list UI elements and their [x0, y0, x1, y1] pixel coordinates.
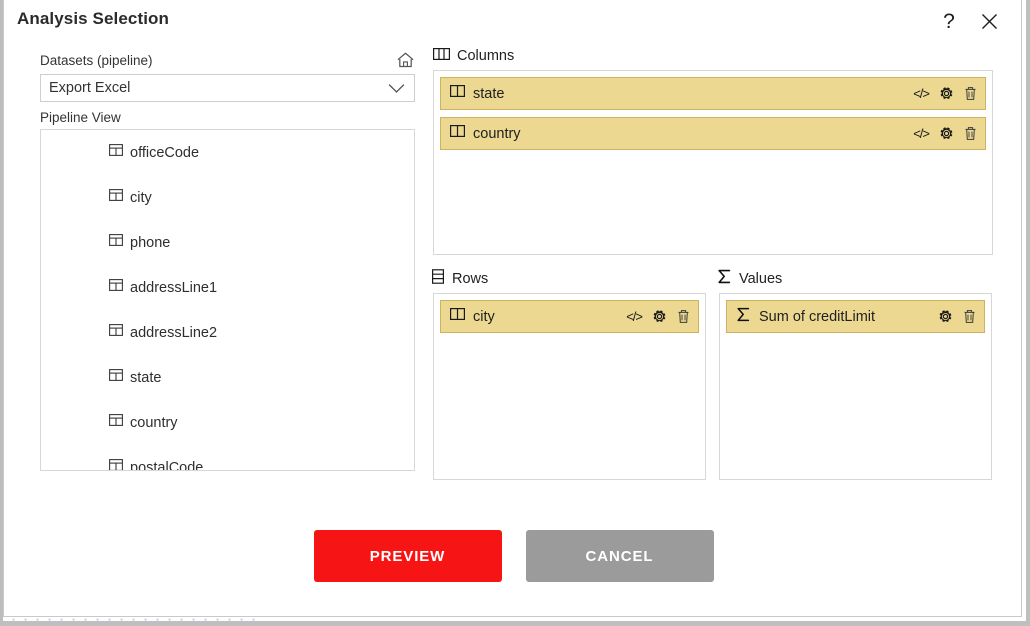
rows-icon — [431, 269, 445, 289]
datasets-label: Datasets (pipeline) — [40, 52, 153, 68]
table-field-icon — [109, 233, 123, 252]
rows-panel-title: Rows — [452, 271, 489, 287]
chip-label: city — [473, 308, 495, 325]
trash-icon[interactable] — [963, 309, 976, 324]
dimension-icon — [450, 307, 466, 326]
sigma-icon — [736, 307, 751, 327]
dimension-icon — [450, 124, 466, 143]
chip-label: Sum of creditLimit — [759, 308, 876, 325]
list-item[interactable]: city — [41, 175, 414, 220]
trash-icon[interactable] — [677, 309, 690, 324]
trash-icon[interactable] — [964, 86, 977, 101]
list-item-label: phone — [130, 234, 171, 251]
analysis-selection-dialog: Analysis Selection ? Datasets (pipeline) — [3, 0, 1022, 617]
table-field-icon — [109, 143, 123, 162]
chip-columns-country[interactable]: country </> — [440, 117, 986, 150]
list-item-label: officeCode — [130, 144, 200, 161]
chip-label: state — [473, 85, 505, 102]
rows-panel-header: Rows — [431, 269, 488, 289]
chip-actions: </> — [913, 86, 977, 101]
list-item-label: city — [130, 189, 152, 206]
chip-columns-state[interactable]: state </> — [440, 77, 986, 110]
window-bottom-edge — [0, 621, 1030, 626]
pipeline-view-label: Pipeline View — [40, 110, 121, 125]
pipeline-view-list[interactable]: officeCode city phone addressLine1 addre… — [40, 129, 415, 471]
columns-panel-title: Columns — [457, 48, 515, 64]
chip-actions — [938, 309, 976, 324]
preview-button[interactable]: PREVIEW — [313, 530, 502, 582]
help-icon[interactable]: ? — [934, 6, 964, 36]
list-item-label: postalCode — [130, 459, 204, 471]
gear-icon[interactable] — [938, 309, 953, 324]
chip-values-sum-creditlimit[interactable]: Sum of creditLimit — [726, 300, 985, 333]
cancel-button[interactable]: CANCEL — [525, 530, 714, 582]
gear-icon[interactable] — [652, 309, 667, 324]
list-item-label: addressLine2 — [130, 324, 218, 341]
list-item[interactable]: country — [41, 400, 414, 445]
list-item[interactable]: state — [41, 355, 414, 400]
columns-drop-zone[interactable]: state </> country </> — [433, 70, 993, 255]
code-icon[interactable]: </> — [913, 126, 930, 141]
table-field-icon — [109, 413, 123, 432]
left-column: Datasets (pipeline) Export Excel Pipelin… — [40, 52, 415, 471]
table-field-icon — [109, 188, 123, 207]
datasets-label-row: Datasets (pipeline) — [40, 52, 415, 72]
dataset-select-value: Export Excel — [49, 80, 131, 96]
list-item[interactable]: addressLine1 — [41, 265, 414, 310]
list-item-label: country — [130, 414, 178, 431]
list-item[interactable]: postalCode — [41, 445, 414, 471]
list-item-label: state — [130, 369, 162, 386]
table-field-icon — [109, 368, 123, 387]
screen: Analysis Selection ? Datasets (pipeline) — [0, 0, 1030, 626]
chip-actions: </> — [626, 309, 690, 324]
chevron-down-icon — [388, 83, 414, 94]
dataset-select[interactable]: Export Excel — [40, 74, 415, 102]
trash-icon[interactable] — [964, 126, 977, 141]
list-item-label: addressLine1 — [130, 279, 218, 296]
values-drop-zone[interactable]: Sum of creditLimit — [719, 293, 992, 480]
columns-panel-header: Columns — [433, 46, 514, 66]
rows-drop-zone[interactable]: city </> — [433, 293, 706, 480]
chip-actions: </> — [913, 126, 977, 141]
help-icon-glyph: ? — [943, 9, 955, 33]
sigma-icon — [717, 269, 732, 289]
dimension-icon — [450, 84, 466, 103]
table-field-icon — [109, 323, 123, 342]
list-item[interactable]: phone — [41, 220, 414, 265]
dialog-footer: PREVIEW CANCEL — [4, 530, 1023, 582]
list-item[interactable]: addressLine2 — [41, 310, 414, 355]
code-icon[interactable]: </> — [913, 86, 930, 101]
code-icon[interactable]: </> — [626, 309, 643, 324]
list-item[interactable]: officeCode — [41, 130, 414, 175]
window-right-edge — [1026, 0, 1030, 626]
close-icon[interactable] — [974, 6, 1004, 36]
table-field-icon — [109, 458, 123, 470]
table-field-icon — [109, 278, 123, 297]
columns-icon — [433, 47, 451, 66]
gear-icon[interactable] — [939, 86, 954, 101]
home-icon[interactable] — [396, 51, 415, 74]
values-panel-header: Values — [717, 269, 782, 289]
chip-rows-city[interactable]: city </> — [440, 300, 699, 333]
gear-icon[interactable] — [939, 126, 954, 141]
chip-label: country — [473, 125, 521, 142]
values-panel-title: Values — [739, 271, 783, 287]
dialog-title: Analysis Selection — [17, 9, 170, 28]
